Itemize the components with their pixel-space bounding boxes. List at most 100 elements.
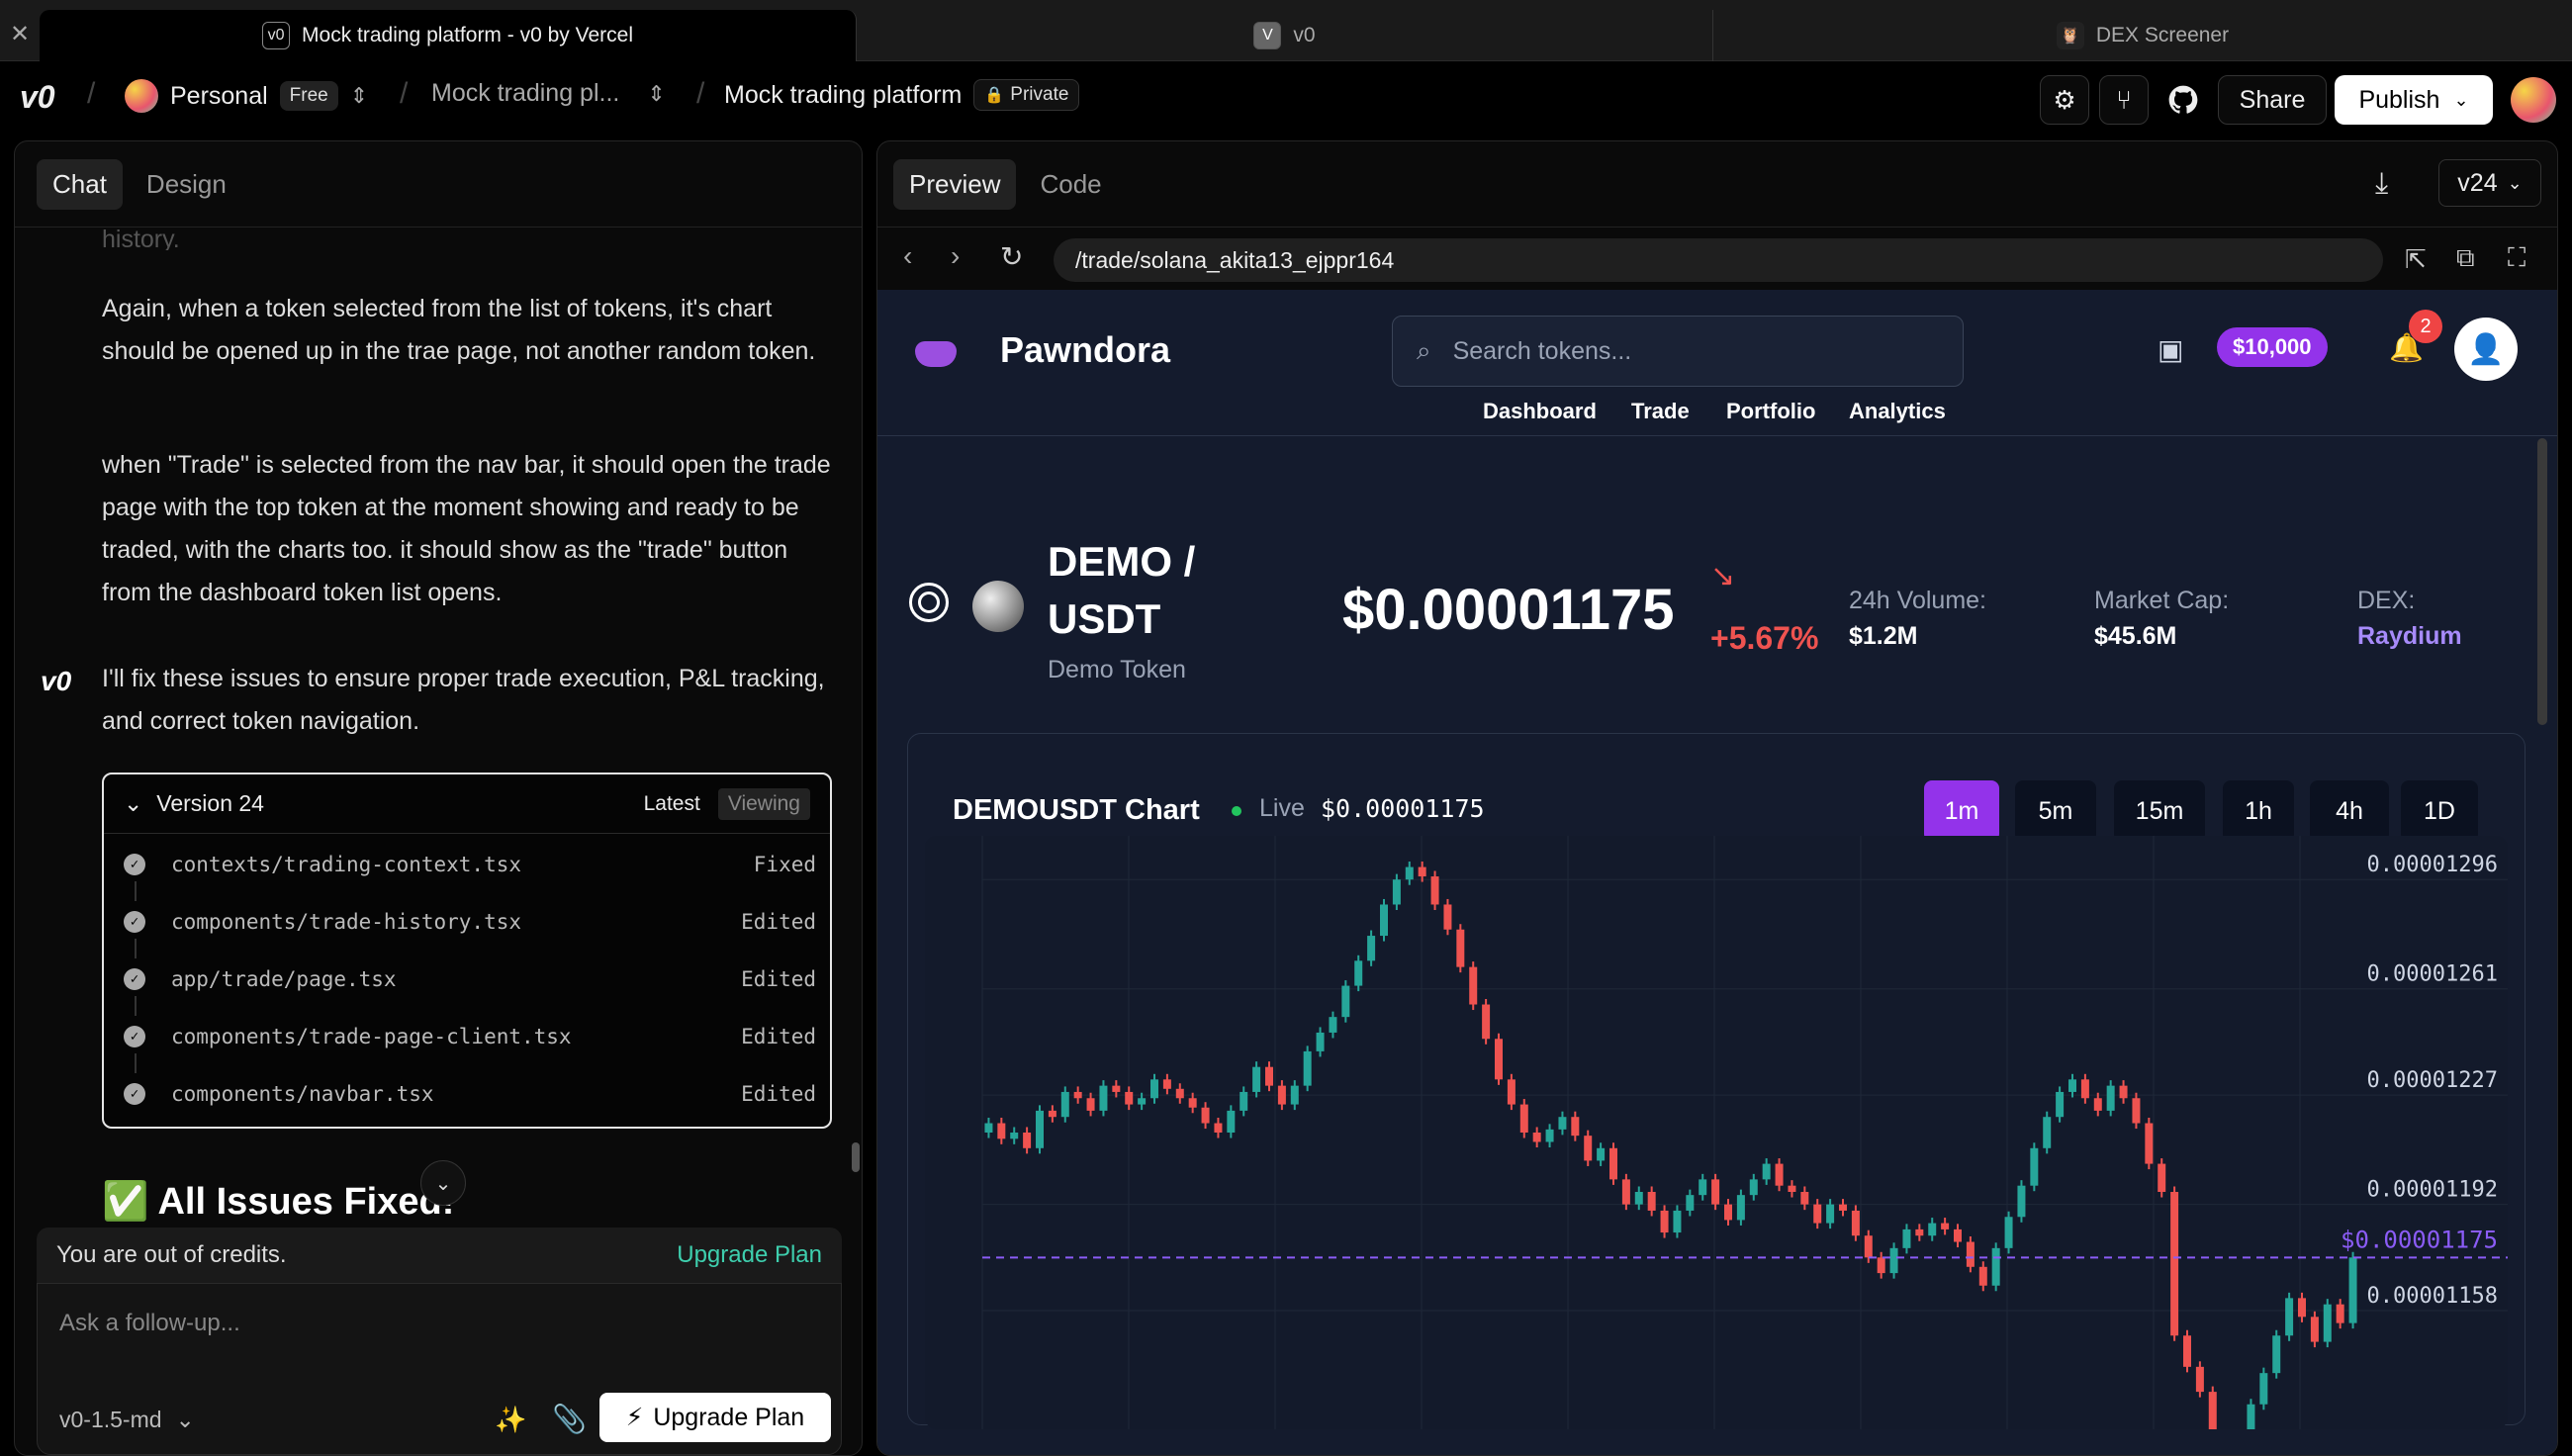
share-button[interactable]: Share xyxy=(2218,75,2327,125)
new-window-icon[interactable]: ⧉ xyxy=(2456,242,2475,274)
candle-body xyxy=(1073,1091,1082,1099)
sparkles-icon[interactable]: ✨ xyxy=(495,1405,526,1435)
version-card-header[interactable]: ⌄ Version 24 Latest Viewing xyxy=(104,774,830,834)
candle-body xyxy=(1418,866,1426,877)
pair-base: DEMO / xyxy=(1048,538,1196,585)
file-row[interactable]: ✓ app/trade/page.tsx Edited xyxy=(124,951,816,1008)
candle-body xyxy=(1405,866,1414,880)
candle-body xyxy=(1864,1235,1873,1258)
file-row[interactable]: ✓ components/trade-page-client.tsx Edited xyxy=(124,1008,816,1065)
v0-logo[interactable]: v0 xyxy=(20,79,55,116)
candle-body xyxy=(2093,1098,2102,1111)
scroll-down-chevron-icon[interactable]: ⌄ xyxy=(420,1160,466,1206)
tab-design[interactable]: Design xyxy=(131,159,242,210)
browser-tab-v0[interactable]: V v0 xyxy=(857,10,1713,61)
timeframe-4h[interactable]: 4h xyxy=(2310,780,2389,842)
user-avatar[interactable] xyxy=(2511,77,2556,123)
candle-body xyxy=(1060,1091,1069,1118)
paperclip-icon[interactable]: 📎 xyxy=(552,1403,587,1435)
publish-label: Publish xyxy=(2358,85,2440,114)
candle-body xyxy=(2004,1217,2013,1248)
plan-badge: Free xyxy=(279,81,338,111)
version-selector[interactable]: v24 ⌄ xyxy=(2438,159,2541,207)
tab-code[interactable]: Code xyxy=(1024,159,1117,210)
candle-body xyxy=(2106,1085,2115,1111)
cursor-select-icon[interactable]: ⇱ xyxy=(2405,244,2427,275)
candle-body xyxy=(2043,1117,2052,1148)
chart-svg[interactable]: 0.00001296 0.00001261 0.00001227 0.00001192… xyxy=(925,836,2508,1429)
close-tab-icon[interactable]: ✕ xyxy=(10,20,30,48)
refresh-icon[interactable]: ↻ xyxy=(1000,240,1023,273)
candle-body xyxy=(2298,1298,2306,1318)
file-row[interactable]: ✓ components/navbar.tsx Edited xyxy=(124,1065,816,1123)
download-icon[interactable]: ⤓ xyxy=(2375,167,2388,201)
nav-analytics[interactable]: Analytics xyxy=(1849,399,1946,424)
browser-tab-v0-project[interactable]: v0 Mock trading platform - v0 by Vercel xyxy=(40,10,857,61)
forward-arrow-icon[interactable]: › xyxy=(951,240,960,272)
candle-body xyxy=(1851,1210,1860,1236)
nav-dashboard[interactable]: Dashboard xyxy=(1483,399,1597,424)
file-name: app/trade/page.tsx xyxy=(171,967,397,991)
file-status: Edited xyxy=(741,967,816,991)
radio-target-icon[interactable] xyxy=(909,583,949,622)
viewing-badge[interactable]: Viewing xyxy=(717,787,810,820)
git-branch-icon[interactable]: ⑂ xyxy=(2099,75,2149,125)
timeframe-15m[interactable]: 15m xyxy=(2114,780,2205,842)
timeframe-1h[interactable]: 1h xyxy=(2223,780,2294,842)
latest-label: Latest xyxy=(643,791,700,815)
settings-gear-icon[interactable]: ⚙ xyxy=(2040,75,2089,125)
project-switcher[interactable]: Mock trading pl... ⇕ xyxy=(431,79,666,108)
pawndora-logo-icon[interactable] xyxy=(915,341,957,367)
model-selector[interactable]: v0-1.5-md ⌄ xyxy=(59,1407,195,1433)
file-row[interactable]: ✓ components/trade-history.tsx Edited xyxy=(124,893,816,951)
candle-body xyxy=(1010,1133,1019,1139)
upgrade-plan-link[interactable]: Upgrade Plan xyxy=(677,1241,822,1269)
dex-link[interactable]: Raydium xyxy=(2357,622,2462,651)
candlestick-chart[interactable]: 0.00001296 0.00001261 0.00001227 0.00001192… xyxy=(925,836,2508,1429)
candle-body xyxy=(1558,1117,1567,1130)
pair-name: DEMO / USDT xyxy=(1048,533,1195,648)
version-card[interactable]: ⌄ Version 24 Latest Viewing ✓ contexts/tr… xyxy=(102,773,832,1129)
candle-body xyxy=(2195,1366,2204,1393)
file-row[interactable]: ✓ contexts/trading-context.tsx Fixed xyxy=(124,836,816,893)
upgrade-plan-button[interactable]: ⚡ Upgrade Plan xyxy=(599,1393,831,1442)
candle-body xyxy=(1519,1104,1528,1133)
candle-body xyxy=(1647,1192,1656,1211)
candle-body xyxy=(1954,1228,1962,1242)
chat-title-area[interactable]: Mock trading platform 🔒 Private xyxy=(724,79,1080,111)
chart-title: DEMOUSDT Chart xyxy=(953,794,1200,826)
brand-name[interactable]: Pawndora xyxy=(1000,329,1170,371)
balance-badge[interactable]: $10,000 xyxy=(2217,327,2328,367)
url-bar[interactable]: /trade/solana_akita13_ejppr164 xyxy=(1054,238,2383,282)
candle-body xyxy=(1584,1136,1593,1161)
preview-tabs: Preview Code xyxy=(893,159,1118,210)
token-search-input[interactable]: ⌕ Search tokens... xyxy=(1392,316,1964,387)
candle-body xyxy=(984,1123,993,1133)
back-arrow-icon[interactable]: ‹ xyxy=(903,240,912,272)
file-name: components/trade-page-client.tsx xyxy=(171,1025,572,1048)
candle-body xyxy=(1621,1179,1630,1205)
tab-chat[interactable]: Chat xyxy=(37,159,123,210)
workspace-switcher[interactable]: Personal Free ⇕ xyxy=(125,79,368,113)
github-icon[interactable] xyxy=(2159,75,2208,125)
scrollbar-thumb[interactable] xyxy=(852,1142,860,1172)
publish-button[interactable]: Publish ⌄ xyxy=(2335,75,2493,125)
nav-portfolio[interactable]: Portfolio xyxy=(1726,399,1815,424)
dex-screener-favicon-icon: 🦉 xyxy=(2056,22,2084,49)
token-name: Demo Token xyxy=(1048,656,1186,683)
timeframe-1d[interactable]: 1D xyxy=(2401,780,2478,842)
fullscreen-icon[interactable]: ⛶ xyxy=(2508,242,2526,274)
search-placeholder: Search tokens... xyxy=(1452,336,1632,365)
prompt-input[interactable]: Ask a follow-up... xyxy=(59,1310,240,1337)
browser-tab-dex-screener[interactable]: 🦉 DEX Screener xyxy=(1713,10,2572,61)
preview-scrollbar[interactable] xyxy=(2537,438,2547,725)
user-profile-icon[interactable]: 👤 xyxy=(2454,318,2518,381)
wallet-icon[interactable]: ▣ xyxy=(2158,333,2183,366)
candle-body xyxy=(1150,1079,1158,1099)
tab-preview[interactable]: Preview xyxy=(893,159,1017,210)
candle-body xyxy=(2068,1079,2076,1092)
timeframe-1m[interactable]: 1m xyxy=(1924,780,1999,842)
nav-trade[interactable]: Trade xyxy=(1631,399,1690,424)
visibility-badge[interactable]: 🔒 Private xyxy=(973,79,1080,111)
timeframe-5m[interactable]: 5m xyxy=(2015,780,2096,842)
